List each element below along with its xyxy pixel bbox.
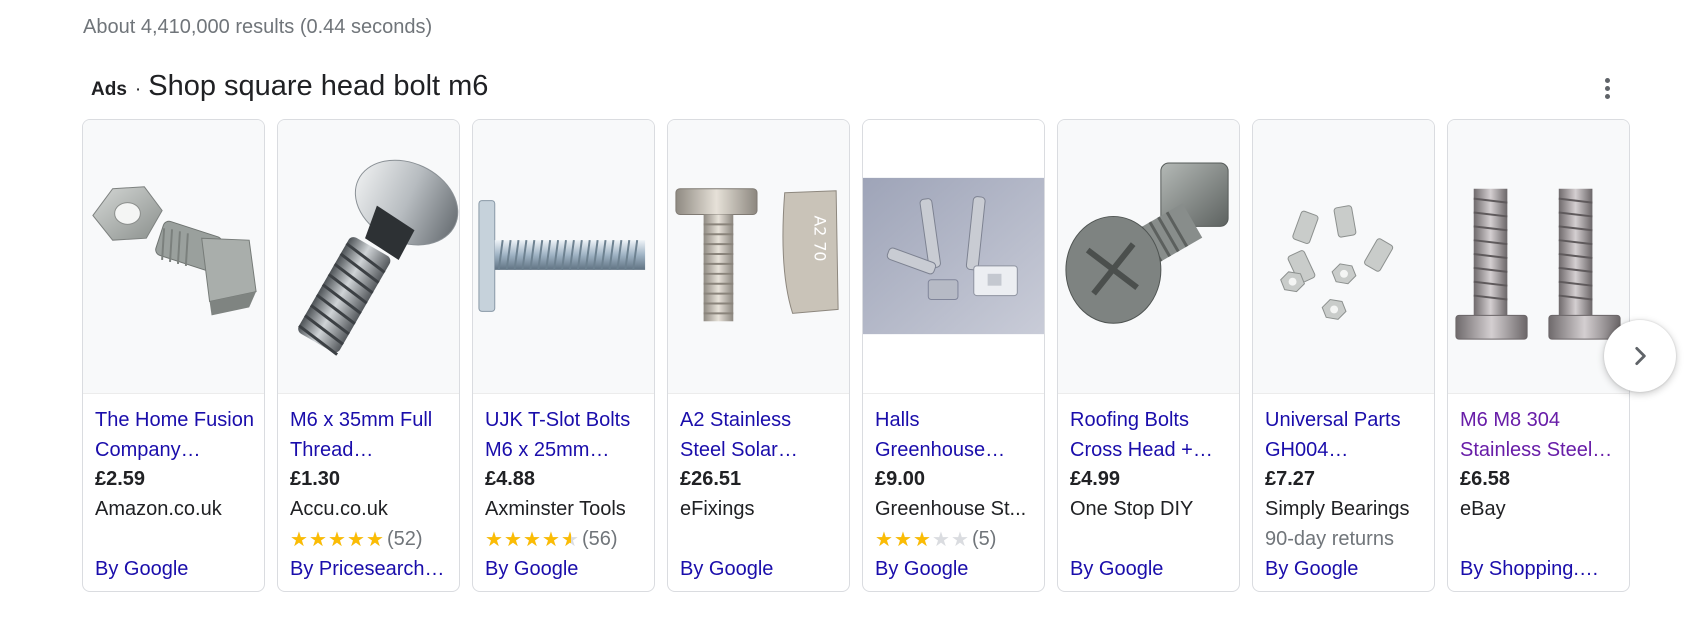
star-icon: ★★ (542, 528, 560, 551)
more-vert-icon[interactable] (1596, 74, 1618, 102)
product-card[interactable]: Halls Greenhouse… £9.00 Greenhouse St...… (862, 119, 1045, 592)
review-count: (56) (582, 528, 618, 550)
star-icon: ★★ (894, 528, 912, 551)
product-merchant: eFixings (680, 498, 755, 520)
carriage-bolt-image (298, 159, 459, 356)
product-title[interactable]: Universal Parts GH004… (1265, 405, 1425, 465)
product-merchant: One Stop DIY (1070, 498, 1194, 520)
star-icon: ★★ (347, 528, 365, 551)
product-card[interactable]: Universal Parts GH004… £7.27 Simply Bear… (1252, 119, 1435, 592)
product-image[interactable] (1253, 120, 1434, 394)
results-stats: About 4,410,000 results (0.44 seconds) (83, 16, 433, 38)
product-merchant: Simply Bearings (1265, 498, 1410, 520)
star-icon: ★★ (309, 528, 327, 551)
product-card[interactable]: UJK T-Slot Bolts M6 x 25mm (Pack… £4.88 … (472, 119, 655, 592)
star-rating: ★★★★★★★★★★ (485, 530, 580, 550)
product-price: £4.99 (1070, 468, 1121, 490)
product-image[interactable] (1058, 120, 1239, 394)
star-icon: ★★ (523, 528, 541, 551)
star-icon: ★★ (485, 528, 503, 551)
carousel-next-button[interactable] (1604, 320, 1676, 392)
product-merchant: Axminster Tools (485, 498, 626, 520)
star-icon: ★★ (951, 528, 969, 551)
ad-attribution-link[interactable]: By Google (1070, 558, 1230, 581)
product-image[interactable]: A2 70 (668, 120, 849, 394)
ad-attribution-link[interactable]: By Google (1265, 558, 1425, 581)
product-image[interactable] (1448, 120, 1629, 394)
ad-attribution-link[interactable]: By Google (95, 558, 255, 581)
t-slot-bolt-image (478, 200, 646, 312)
product-title[interactable]: UJK T-Slot Bolts M6 x 25mm (Pack… (485, 405, 645, 465)
product-price: £26.51 (680, 468, 742, 490)
star-icon: ★★ (932, 528, 950, 551)
star-icon: ★★ (328, 528, 346, 551)
star-icon: ★★ (561, 528, 579, 551)
ad-attribution-link[interactable]: By Shopping.… (1460, 558, 1620, 581)
review-count: (5) (972, 528, 997, 550)
ads-header: Ads · Shop square head bolt m6 (91, 70, 488, 103)
chevron-right-icon (1635, 347, 1646, 365)
product-title[interactable]: Halls Greenhouse… (875, 405, 1035, 465)
star-icon: ★★ (366, 528, 384, 551)
product-title[interactable]: Roofing Bolts Cross Head +… (1070, 405, 1230, 465)
product-price: £9.00 (875, 468, 926, 490)
product-merchant: Greenhouse St... (875, 498, 1027, 520)
roofing-bolt-image (1065, 162, 1229, 324)
ads-label: Ads (91, 79, 127, 100)
product-price: £7.27 (1265, 468, 1316, 490)
product-price: £4.88 (485, 468, 536, 490)
ad-attribution-link[interactable]: By Google (875, 558, 1035, 581)
star-rating: ★★★★★★★★★★ (290, 530, 385, 550)
product-card[interactable]: M6 x 35mm Full Thread Carriage… £1.30 Ac… (277, 119, 460, 592)
product-image[interactable] (473, 120, 654, 394)
stainless-t-bolts-image (1455, 188, 1621, 340)
product-title[interactable]: A2 Stainless Steel Solar… (680, 405, 840, 465)
ad-attribution-link[interactable]: By Pricesearch… (290, 558, 450, 581)
product-price: £2.59 (95, 468, 146, 490)
product-price: £6.58 (1460, 468, 1511, 490)
ad-attribution-link[interactable]: By Google (680, 558, 840, 581)
product-merchant: eBay (1460, 498, 1506, 520)
small-bolts-and-nuts-image (1280, 205, 1394, 320)
product-rating: ★ ★ ★ ★ ★ ★ ★ ★ ★ ★ (52) (290, 528, 423, 551)
product-rating: ★★★★★★★★★★ (56) (485, 528, 618, 551)
product-card[interactable]: Roofing Bolts Cross Head +… £4.99 One St… (1057, 119, 1240, 592)
hex-nut-and-square-bolt-image (92, 186, 257, 316)
product-rating: ★★★★★★★★★★ (5) (875, 528, 996, 551)
hammer-head-bolt-image: A2 70 (675, 188, 839, 322)
product-title[interactable]: The Home Fusion Company… (95, 405, 255, 465)
star-rating: ★★★★★★★★★★ (875, 530, 970, 550)
ad-attribution-link[interactable]: By Google (485, 558, 645, 581)
product-title[interactable]: M6 x 35mm Full Thread Carriage… (290, 405, 450, 465)
greenhouse-bolts-photo-image (863, 177, 1044, 335)
ads-separator: · (134, 79, 142, 100)
star-icon: ★★ (290, 528, 308, 551)
star-icon: ★★ (875, 528, 893, 551)
star-icon: ★★ (504, 528, 522, 551)
product-price: £1.30 (290, 468, 341, 490)
product-card[interactable]: A2 70 A2 Stainless Steel Solar… £26.51 e… (667, 119, 850, 592)
svg-text:A2 70: A2 70 (810, 215, 829, 261)
product-card[interactable]: The Home Fusion Company… £2.59 Amazon.co… (82, 119, 265, 592)
product-title[interactable]: M6 M8 304 Stainless Steel… (1460, 405, 1620, 465)
star-icon: ★★ (913, 528, 931, 551)
returns-policy: 90-day returns (1265, 528, 1394, 550)
product-image[interactable] (863, 120, 1044, 394)
product-card[interactable]: M6 M8 304 Stainless Steel… £6.58 eBay By… (1447, 119, 1630, 592)
product-merchant: Accu.co.uk (290, 498, 388, 520)
product-merchant: Amazon.co.uk (95, 498, 222, 520)
product-image[interactable] (278, 120, 459, 394)
review-count: (52) (387, 528, 423, 550)
product-image[interactable] (83, 120, 264, 394)
shopping-ads-title: Shop square head bolt m6 (148, 70, 489, 102)
